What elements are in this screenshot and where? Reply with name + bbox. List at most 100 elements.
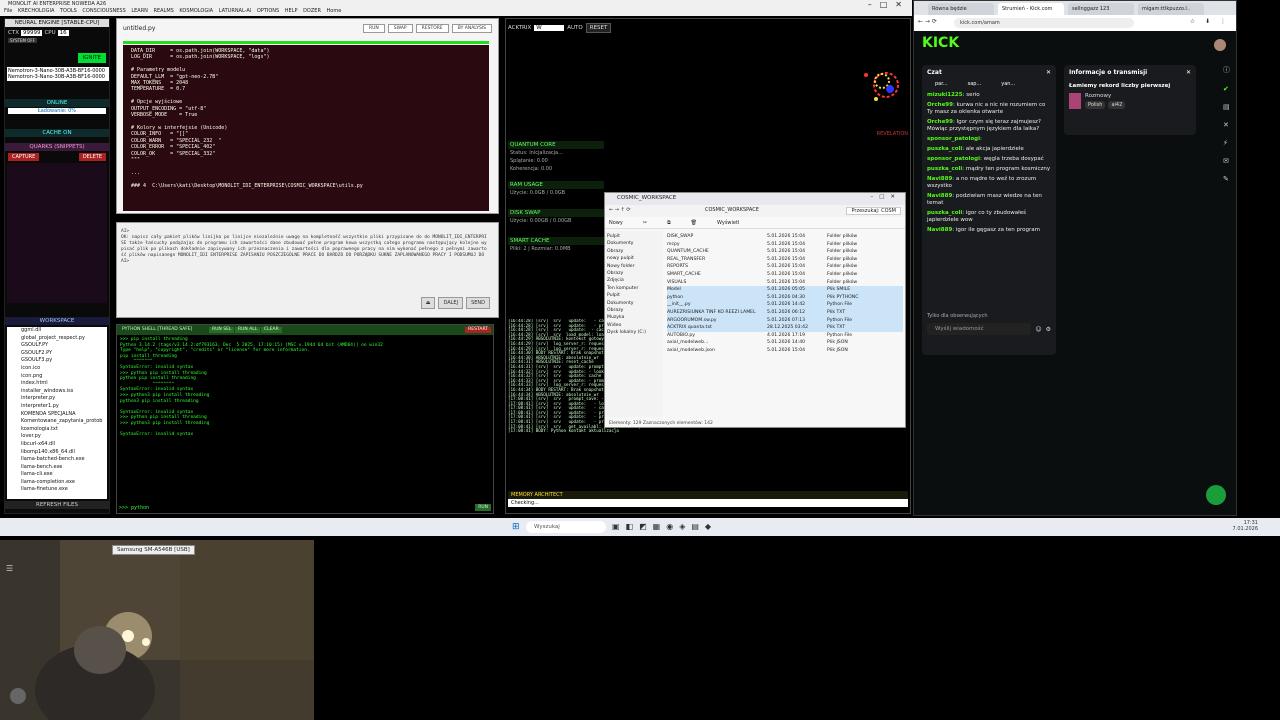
menu-bar[interactable]: File KRECHOLOGIA TOOLS CONSCIOUSNESS LEA… <box>4 8 341 14</box>
sidebar-item[interactable]: Wideo <box>607 322 661 329</box>
workspace-file-list[interactable]: ggml.dll global_project_respect.py GSOULF.… <box>7 327 107 499</box>
run-all-button[interactable]: RUN ALL <box>235 327 261 333</box>
taskbar-search[interactable]: Wyszukaj <box>526 521 606 533</box>
chat-chip[interactable]: par... <box>927 81 956 87</box>
chat-icon[interactable]: ✉ <box>1223 157 1230 165</box>
send-button[interactable]: SEND <box>466 297 490 309</box>
file-item[interactable]: GSOULF2.PY <box>7 350 107 358</box>
tag-chip[interactable]: ai42 <box>1108 101 1126 109</box>
run-sel-button[interactable]: RUN SEL <box>209 327 235 333</box>
view-button[interactable]: Wyświetl <box>717 220 739 226</box>
reset-button[interactable]: RESET <box>585 23 612 33</box>
file-row[interactable]: __init__.py 5.01.2026 14:42 Python File <box>667 301 903 309</box>
file-row[interactable]: REAL_TRANSFER 5.01.2026 15:04 Folder plikó… <box>667 256 903 264</box>
layout-icon[interactable]: ▤ <box>1223 103 1230 111</box>
file-item[interactable]: lover.py <box>7 433 107 441</box>
window-controls[interactable]: –□✕ <box>868 0 910 9</box>
sidebar-item[interactable]: Ten komputer <box>607 285 661 292</box>
category-name[interactable]: Rozmowy <box>1085 93 1125 99</box>
code-text[interactable]: DATA_DIR = os.path.join(WORKSPACE, "data… <box>123 45 489 211</box>
cut-icon[interactable]: ✂ <box>643 220 647 226</box>
browser-tab[interactable]: Równa będzie <box>928 3 994 15</box>
chat-username[interactable]: Navi889 <box>927 193 952 199</box>
ignite-button[interactable]: IGNITE <box>77 53 106 63</box>
auto-checkbox[interactable]: AUTO <box>567 25 582 31</box>
editor-button[interactable]: RUN <box>363 24 385 33</box>
sidebar-item[interactable]: Dysk lokalny (C:) <box>607 329 661 336</box>
file-item[interactable]: llama-batched-bench.exe <box>7 456 107 464</box>
editor-button[interactable]: RESTORE <box>415 24 449 33</box>
cpu-input[interactable]: 16 <box>57 30 69 36</box>
category-thumbnail[interactable] <box>1069 93 1081 109</box>
file-row[interactable]: axial_modelweb.json 5.01.2026 15:04 Plik J… <box>667 347 903 355</box>
file-item[interactable]: global_project_respect.py <box>7 335 107 343</box>
file-row[interactable]: Model 5.01.2026 05:05 Plik SMILE <box>667 286 903 294</box>
support-icon[interactable] <box>1206 485 1226 505</box>
kick-logo[interactable]: KICK <box>922 35 959 51</box>
acktrix-input[interactable]: W <box>534 25 565 31</box>
sidebar-item[interactable]: Dokumenty <box>607 300 661 307</box>
bolt-icon[interactable]: ⚡ <box>1223 139 1230 147</box>
shell-prompt[interactable]: >>> python <box>119 505 149 511</box>
nav-arrows-icon[interactable]: ← → ⟳ <box>918 18 937 25</box>
camera-avatar[interactable] <box>10 688 26 704</box>
file-item[interactable]: interpreter.py <box>7 395 107 403</box>
capture-button[interactable]: CAPTURE <box>8 153 40 161</box>
close-icon[interactable]: ✕ <box>1186 69 1191 76</box>
clock-date[interactable]: 7.01.2026 <box>1233 526 1258 532</box>
continue-button[interactable]: DALEJ <box>438 297 464 309</box>
file-item[interactable]: llama-finetune.exe <box>7 486 107 494</box>
clear-button[interactable]: CLEAR <box>261 327 282 333</box>
browser-actions-icon[interactable]: ☆ ⬇ ⋮ <box>1190 18 1230 25</box>
taskbar-app-icons[interactable]: ▣◧◩▦◉◈▤◆ <box>612 522 717 531</box>
chat-username[interactable]: sponsor_patologi <box>927 156 980 162</box>
file-item[interactable]: interpreter1.py <box>7 403 107 411</box>
chat-username[interactable]: Orche99 <box>927 102 953 108</box>
file-row[interactable]: python 5.01.2026 04:30 Plik PYTHONC <box>667 293 903 302</box>
close-icon[interactable]: ✕ <box>1046 69 1051 76</box>
file-item[interactable]: index.html <box>7 380 107 388</box>
file-row[interactable]: DISK_SWAP 5.01.2026 15:04 Folder plików <box>667 233 903 241</box>
chat-username[interactable]: Navi889 <box>927 176 952 182</box>
sidebar-item[interactable]: Nowy folder <box>607 263 661 270</box>
file-item[interactable]: installer_windows.iss <box>7 388 107 396</box>
file-item[interactable]: llama-bench.exe <box>7 464 107 472</box>
sidebar-item[interactable]: Pulpit <box>607 233 661 240</box>
file-item[interactable]: icon.png <box>7 373 107 381</box>
sidebar-item[interactable]: Pulpit <box>607 292 661 299</box>
shell-run-button[interactable]: RUN <box>475 504 491 511</box>
chat-username[interactable]: puszka_coli <box>927 166 962 172</box>
editor-button[interactable]: BY ANALYSIS <box>451 24 492 33</box>
chat-username[interactable]: Navi889 <box>927 227 952 233</box>
model-item[interactable]: Nemotron-3-Nano-30B-A3B-BF16-0000 <box>8 74 108 80</box>
file-row[interactable]: axial_modelweb... 5.01.2026 14:40 Plik JSO… <box>667 339 903 347</box>
acktrix-checkbox[interactable]: ACKTRIX <box>508 25 531 31</box>
file-item[interactable]: llama-cli.exe <box>7 471 107 479</box>
start-icon[interactable]: ⊞ <box>512 522 520 532</box>
menu-icon[interactable]: ☰ <box>6 564 13 573</box>
copy-icon[interactable]: ⧉ <box>667 220 671 226</box>
chat-username[interactable]: sponsor_patologi <box>927 136 980 142</box>
tag-chip[interactable]: Polish <box>1085 101 1106 109</box>
browser-tab[interactable]: sellnggazz 123 <box>1068 3 1134 15</box>
file-row[interactable]: VISUALS 5.01.2026 15:04 Folder plików <box>667 279 903 287</box>
refresh-files-button[interactable]: REFRESH FILES <box>5 501 109 509</box>
file-row[interactable]: REPORTS 5.01.2026 15:04 Folder plików <box>667 263 903 271</box>
delete-button[interactable]: DELETE <box>78 153 106 161</box>
file-row[interactable]: ARGOORUMOM.sw.py 5.01.2026 07:13 Python Fi… <box>667 316 903 325</box>
file-item[interactable]: llama-completion.exe <box>7 479 107 487</box>
sidebar-item[interactable]: Obrazy <box>607 270 661 277</box>
file-item[interactable]: KOMENDA SPECJALNA <box>7 411 107 419</box>
chat-chip[interactable]: sap... <box>960 81 990 87</box>
file-item[interactable]: icon.ico <box>7 365 107 373</box>
file-row[interactable]: AUREZRISIUNKA TINF KO REEZI LAMEL 5.01.20… <box>667 308 903 317</box>
nav-arrows-icon[interactable]: ← → ↑ ⟳ <box>609 207 631 213</box>
chat-chip[interactable]: yan... <box>993 81 1023 87</box>
browser-tab[interactable]: migam:ttlkpuzzo.l.. <box>1138 3 1204 15</box>
file-row[interactable]: QUANTUM_CACHE 5.01.2026 15:04 Folder plikó… <box>667 248 903 256</box>
chat-username[interactable]: puszka_coli <box>927 146 962 152</box>
url-field[interactable]: kick.com/amam <box>954 18 1134 28</box>
browser-tab[interactable]: Strumień - Kick.com <box>998 3 1064 15</box>
file-item[interactable]: kosmologia.txt <box>7 426 107 434</box>
chat-username[interactable]: mizuki1225 <box>927 92 963 98</box>
